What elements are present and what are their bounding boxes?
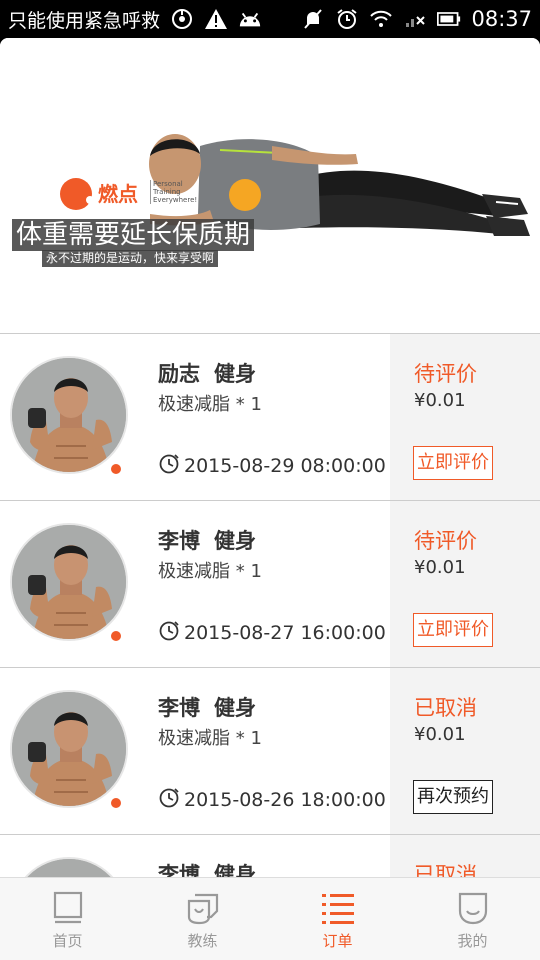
order-time: 2015-08-29 08:00:00 [158, 452, 386, 479]
order-time: 2015-08-27 16:00:00 [158, 619, 386, 646]
banner-title: 体重需要延长保质期 [12, 219, 255, 251]
clock: 08:37 [471, 7, 532, 31]
order-action-button[interactable]: 再次预约 [413, 780, 493, 814]
order-price: ¥0.01 [414, 390, 466, 411]
order-list[interactable]: 励志 健身 极速减脂 * 1 2015-08-29 08:00:00 待评价 ¥0… [0, 333, 540, 877]
order-item-4[interactable]: 李博 健身 已取消 [0, 835, 540, 877]
course-detail: 极速减脂 * 1 [158, 561, 262, 582]
order-price: ¥0.01 [414, 724, 466, 745]
app-screen: 燃点 Personal Training Everywhere! 体重需要延长保… [0, 38, 540, 960]
battery-icon [437, 7, 461, 31]
clock-icon [158, 786, 180, 813]
order-category: 健身 [214, 362, 256, 386]
banner-subtitle: 永不过期的是运动，快来享受啊 [42, 250, 219, 267]
coach-avatar[interactable] [10, 523, 128, 641]
hotspot-icon [170, 7, 194, 31]
coach-icon [185, 890, 221, 926]
course-detail: 极速减脂 * 1 [158, 394, 262, 415]
order-action-button[interactable]: 立即评价 [413, 613, 493, 647]
coach-name: 李博 [158, 529, 200, 553]
order-status: 待评价 [414, 529, 477, 553]
signal-icon [403, 7, 427, 31]
order-time: 2015-08-26 18:00:00 [158, 786, 386, 813]
tab-label: 首页 [52, 932, 83, 950]
coach-name: 励志 [158, 362, 200, 386]
profile-icon [455, 890, 491, 926]
bottom-tab-bar: 首页 教练 订单 我的 [0, 877, 540, 960]
tab-label: 我的 [457, 932, 488, 950]
order-status: 已取消 [414, 696, 477, 720]
order-title: 李博 健身 [158, 859, 256, 877]
tab-label: 教练 [187, 932, 218, 950]
order-item-3[interactable]: 李博 健身 极速减脂 * 1 2015-08-26 18:00:00 已取消 ¥0… [0, 668, 540, 835]
order-title: 李博 健身 [158, 525, 256, 555]
coach-avatar[interactable] [10, 690, 128, 808]
course-detail: 极速减脂 * 1 [158, 728, 262, 749]
order-category: 健身 [214, 696, 256, 720]
coach-avatar[interactable] [10, 356, 128, 474]
android-icon [238, 7, 262, 31]
tab-orders-list[interactable]: 订单 [270, 878, 405, 960]
order-datetime: 2015-08-26 18:00:00 [184, 788, 386, 811]
status-dot [111, 631, 121, 641]
order-datetime: 2015-08-29 08:00:00 [184, 454, 386, 477]
promo-banner[interactable]: 燃点 Personal Training Everywhere! 体重需要延长保… [0, 38, 540, 333]
tab-profile[interactable]: 我的 [405, 878, 540, 960]
home-icon [50, 890, 86, 926]
alarm-icon [335, 7, 359, 31]
coach-name: 李博 [158, 696, 200, 720]
order-status: 已取消 [414, 863, 477, 877]
tab-home[interactable]: 首页 [0, 878, 135, 960]
warning-icon [204, 7, 228, 31]
order-action-button[interactable]: 立即评价 [413, 446, 493, 480]
status-bar: 只能使用紧急呼救 08:37 [0, 0, 540, 38]
banner-illustration [60, 134, 530, 236]
order-datetime: 2015-08-27 16:00:00 [184, 621, 386, 644]
brand-slogan: Personal Training Everywhere! [150, 180, 197, 204]
mute-icon [301, 7, 325, 31]
carrier-text: 只能使用紧急呼救 [8, 9, 161, 32]
order-item-2[interactable]: 李博 健身 极速减脂 * 1 2015-08-27 16:00:00 待评价 ¥0… [0, 501, 540, 668]
wifi-icon [369, 7, 393, 31]
brand-name: 燃点 [98, 182, 138, 206]
tab-coach[interactable]: 教练 [135, 878, 270, 960]
coach-avatar[interactable] [10, 857, 128, 877]
order-category: 健身 [214, 863, 256, 877]
order-category: 健身 [214, 529, 256, 553]
order-item-1[interactable]: 励志 健身 极速减脂 * 1 2015-08-29 08:00:00 待评价 ¥0… [0, 334, 540, 501]
status-dot [111, 798, 121, 808]
coach-name: 李博 [158, 863, 200, 877]
orders-list-icon [320, 890, 356, 926]
order-status: 待评价 [414, 362, 477, 386]
tab-label: 订单 [322, 932, 353, 950]
status-dot [111, 464, 121, 474]
clock-icon [158, 452, 180, 479]
order-price: ¥0.01 [414, 557, 466, 578]
clock-icon [158, 619, 180, 646]
order-title: 励志 健身 [158, 358, 256, 388]
order-title: 李博 健身 [158, 692, 256, 722]
